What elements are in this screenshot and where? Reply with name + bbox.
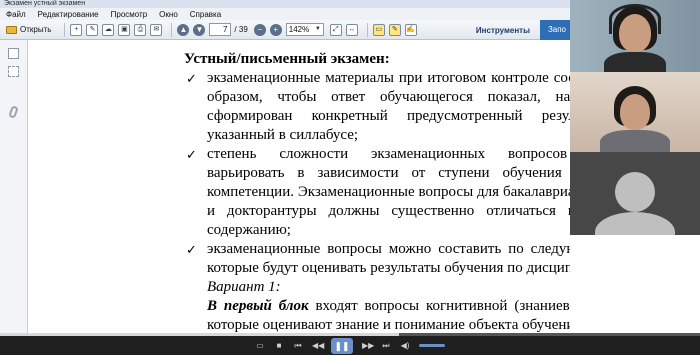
bookmarks-icon[interactable]: [8, 66, 19, 77]
participant-body: [604, 52, 666, 72]
bullet-text: степень сложности экзаменационных вопрос…: [207, 146, 570, 238]
participant-video-3[interactable]: [570, 152, 700, 235]
variant-title: Вариант 1:: [207, 279, 281, 295]
zoom-value: 142%: [288, 25, 310, 34]
folder-icon: [6, 25, 17, 34]
share-button[interactable]: Запо: [539, 20, 570, 40]
participant-face: [620, 94, 650, 130]
media-player-bar: ▭ ■ ⏮ ◀◀ ❚❚ ▶▶ ⏭ ◀): [0, 333, 700, 355]
fit-page-icon[interactable]: ⤢: [329, 23, 342, 36]
page-down-icon[interactable]: ▼: [193, 23, 206, 36]
document-content: Устный/письменный экзамен: ✓ экзаменацио…: [184, 50, 570, 333]
print-icon[interactable]: ⎙: [134, 23, 147, 36]
fit-width-icon[interactable]: ↔: [345, 23, 358, 36]
variant-text: В первый блок входят вопросы когнитивной…: [184, 297, 570, 333]
menu-bar: Файл Редактирование Просмотр Окно Справк…: [0, 8, 570, 20]
toolbar-divider: [171, 22, 173, 37]
page-number-input[interactable]: 7: [209, 23, 232, 36]
page-thumbnails-icon[interactable]: [8, 48, 19, 59]
user-avatar-icon: [615, 172, 655, 212]
variant-bold: В первый блок: [207, 298, 309, 314]
menu-help[interactable]: Справка: [190, 10, 221, 19]
stop-icon[interactable]: ■: [274, 341, 284, 350]
save-icon[interactable]: ▣: [118, 23, 131, 36]
participant-video-1[interactable]: [570, 0, 700, 72]
headset-icon: [609, 4, 661, 34]
zoom-select[interactable]: 142% ▼: [285, 23, 324, 36]
open-label: Открыть: [20, 25, 52, 34]
zoom-out-icon[interactable]: −: [253, 23, 266, 36]
checkmark-icon: ✓: [186, 71, 197, 86]
skip-forward-icon[interactable]: ⏭: [381, 341, 391, 351]
bullet-item: ✓ степень сложности экзаменационных вопр…: [184, 145, 570, 240]
forward-icon[interactable]: ▶▶: [362, 341, 374, 350]
participant-video-2[interactable]: [570, 72, 700, 152]
menu-edit[interactable]: Редактирование: [38, 10, 99, 19]
toolbar: Открыть + ✎ ☁ ▣ ⎙ ✉ ▲ ▼ 7 / 39 − + 142% …: [0, 20, 570, 40]
toolbar-divider: [64, 22, 66, 37]
checkmark-icon: ✓: [186, 242, 197, 257]
bullet-text: экзаменационные материалы при итоговом к…: [207, 70, 570, 143]
media-controls: ▭ ■ ⏮ ◀◀ ❚❚ ▶▶ ⏭ ◀): [0, 336, 700, 355]
participant-body: [600, 130, 670, 152]
zoom-in-icon[interactable]: +: [269, 23, 282, 36]
edit-icon[interactable]: ✎: [86, 23, 99, 36]
create-pdf-icon[interactable]: +: [70, 23, 83, 36]
attachment-icon[interactable]: [8, 105, 19, 119]
skip-back-icon[interactable]: ⏮: [293, 341, 303, 351]
sign-icon[interactable]: ✍: [404, 23, 417, 36]
user-avatar-body: [595, 212, 675, 235]
screen: Экзамен устный экзамен Файл Редактирован…: [0, 0, 700, 355]
comment-icon[interactable]: ▭: [372, 23, 385, 36]
toolbar-divider: [366, 22, 368, 37]
checkmark-icon: ✓: [186, 147, 197, 162]
blank-area: [570, 235, 700, 333]
page-up-icon[interactable]: ▲: [177, 23, 190, 36]
window-title: Экзамен устный экзамен: [0, 0, 570, 8]
highlight-icon[interactable]: ✎: [388, 23, 401, 36]
cc-icon[interactable]: ▭: [255, 341, 265, 350]
document-page: Устный/письменный экзамен: ✓ экзаменацио…: [29, 40, 570, 333]
open-button[interactable]: Открыть: [6, 25, 51, 34]
bullet-item: ✓ экзаменационные материалы при итоговом…: [184, 69, 570, 145]
bullet-text: экзаменационные вопросы можно составить …: [207, 241, 570, 276]
volume-icon[interactable]: ◀): [400, 341, 410, 350]
menu-window[interactable]: Окно: [159, 10, 178, 19]
toolbar-right: Инструменты Запо: [466, 20, 570, 40]
chevron-down-icon: ▼: [314, 26, 321, 32]
pause-icon[interactable]: ❚❚: [331, 337, 353, 354]
section-heading: Устный/письменный экзамен:: [184, 51, 390, 67]
rewind-icon[interactable]: ◀◀: [312, 341, 324, 350]
email-icon[interactable]: ✉: [150, 23, 163, 36]
bullet-item: ✓ экзаменационные вопросы можно составит…: [184, 240, 570, 278]
menu-view[interactable]: Просмотр: [111, 10, 148, 19]
menu-file[interactable]: Файл: [6, 10, 26, 19]
cloud-icon[interactable]: ☁: [102, 23, 115, 36]
navigation-panel: [0, 40, 28, 333]
tools-button[interactable]: Инструменты: [466, 26, 540, 35]
page-total: / 39: [234, 25, 248, 34]
volume-slider[interactable]: [419, 344, 445, 347]
